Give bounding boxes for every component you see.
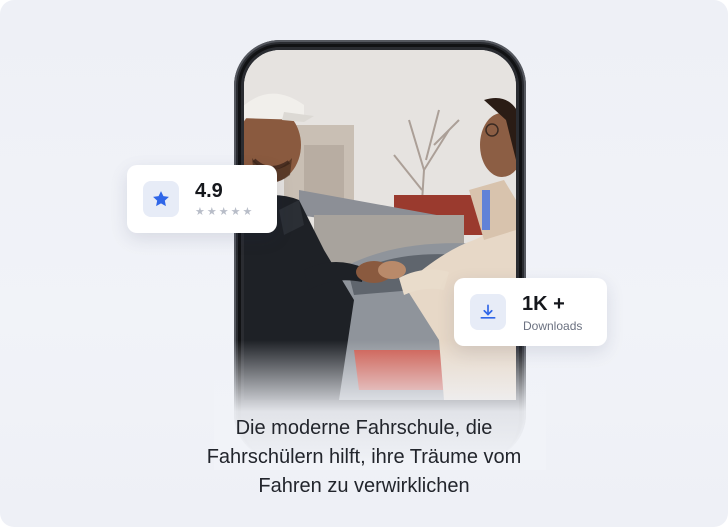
star-icon: ★ <box>218 206 229 218</box>
tagline-line: Fahrschülern hilft, ihre Träume vom <box>206 446 522 468</box>
star-icon: ★ <box>230 206 241 218</box>
downloads-icon-box <box>470 294 506 330</box>
rating-value: 4.9 <box>195 180 223 202</box>
tagline-line: Fahren zu verwirklichen <box>258 475 470 497</box>
hero-card: 4.9 ★ ★ ★ ★ ★ 1K + Downloads Die moderne… <box>0 0 728 527</box>
rating-icon-box <box>143 181 179 217</box>
star-icon: ★ <box>195 206 205 218</box>
download-icon <box>480 304 496 319</box>
phone-mockup <box>214 40 546 470</box>
star-icon: ★ <box>242 206 253 218</box>
rating-stars: ★ ★ ★ ★ ★ <box>195 207 252 218</box>
star-icon: ★ <box>206 206 217 218</box>
tagline: Die moderne Fahrschule, die Fahrschülern… <box>100 414 628 501</box>
tagline-line: Die moderne Fahrschule, die <box>235 417 493 439</box>
downloads-value: 1K + <box>522 293 565 315</box>
star-icon <box>153 191 169 207</box>
downloads-label: Downloads <box>523 319 583 333</box>
rating-card: 4.9 ★ ★ ★ ★ ★ <box>127 165 277 233</box>
downloads-card: 1K + Downloads <box>454 278 607 346</box>
